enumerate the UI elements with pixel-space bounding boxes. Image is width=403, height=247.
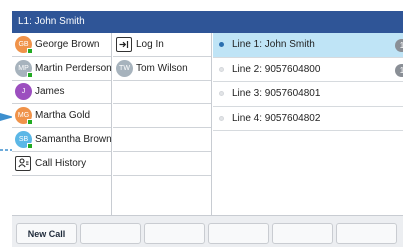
empty-softkey[interactable] xyxy=(144,223,205,244)
empty-key[interactable] xyxy=(113,104,211,129)
line-count-badge: 1 xyxy=(395,63,403,77)
avatar: SB xyxy=(15,131,33,150)
line-4-key[interactable]: Line 4: 9057604802 xyxy=(213,107,403,131)
contact-name: Martin Perderson xyxy=(35,62,112,74)
contact-name: Martha Gold xyxy=(35,110,91,122)
lines-column: Line 1: John Smith 1 Line 2: 9057604800 … xyxy=(213,33,403,215)
dashed-pointer-line xyxy=(0,149,12,151)
presence-online-icon xyxy=(27,143,33,150)
line-1-key[interactable]: Line 1: John Smith 1 xyxy=(213,33,403,58)
line-label: Line 2: 9057604800 xyxy=(232,63,321,75)
contacts-column: GB George Brown MP Martin Perderson J Ja… xyxy=(12,33,112,215)
contact-name: George Brown xyxy=(35,38,100,50)
login-arrow-icon xyxy=(116,36,132,52)
login-label: Log In xyxy=(136,38,164,50)
contact-name: Samantha Brown xyxy=(35,134,112,146)
presence-online-icon xyxy=(27,71,33,78)
line-3-key[interactable]: Line 3: 9057604801 xyxy=(213,82,403,107)
line-label: Line 4: 9057604802 xyxy=(232,112,321,124)
contact-name: James xyxy=(35,86,65,98)
contact-james[interactable]: J James xyxy=(12,81,111,105)
phone-screen: L1: John Smith GB George Brown MP Martin… xyxy=(12,11,403,247)
call-history-key[interactable]: Call History xyxy=(12,152,111,176)
empty-key[interactable] xyxy=(113,81,211,105)
empty-softkey[interactable] xyxy=(336,223,397,244)
avatar: MP xyxy=(15,59,33,78)
contact-samantha-brown[interactable]: SB Samantha Brown xyxy=(12,128,112,152)
line-idle-dot-icon xyxy=(219,66,224,72)
line-active-dot-icon xyxy=(219,42,224,48)
softkey-bar: New Call xyxy=(12,215,403,247)
empty-key[interactable] xyxy=(113,128,211,152)
avatar: MG xyxy=(15,107,33,126)
title-bar: L1: John Smith xyxy=(12,11,403,33)
avatar: GB xyxy=(15,35,33,54)
line-label: Line 3: 9057604801 xyxy=(232,88,321,100)
contact-martha-gold[interactable]: MG Martha Gold xyxy=(12,104,111,129)
contact-george-brown[interactable]: GB George Brown xyxy=(12,33,111,57)
avatar: J xyxy=(15,83,32,101)
new-call-softkey[interactable]: New Call xyxy=(16,223,77,244)
presence-online-icon xyxy=(27,119,33,126)
contact-name: Tom Wilson xyxy=(136,62,188,74)
line-2-key[interactable]: Line 2: 9057604800 1 xyxy=(213,58,403,82)
call-history-label: Call History xyxy=(35,157,87,169)
empty-softkey[interactable] xyxy=(80,223,141,244)
call-history-icon xyxy=(15,155,31,171)
line-count-badge: 1 xyxy=(395,39,403,52)
login-key[interactable]: Log In xyxy=(113,33,211,57)
line-idle-dot-icon xyxy=(219,115,224,121)
keys-column-2: Log In TW Tom Wilson xyxy=(113,33,212,215)
empty-softkey[interactable] xyxy=(272,223,333,244)
avatar: TW xyxy=(116,59,133,77)
line-label: Line 1: John Smith xyxy=(232,39,315,51)
presence-online-icon xyxy=(27,47,33,54)
empty-key[interactable] xyxy=(113,152,211,176)
line-title: L1: John Smith xyxy=(18,16,85,27)
empty-softkey[interactable] xyxy=(208,223,269,244)
contact-tom-wilson[interactable]: TW Tom Wilson xyxy=(113,57,211,81)
line-idle-dot-icon xyxy=(219,91,224,97)
contact-martin-perderson[interactable]: MP Martin Perderson xyxy=(12,57,112,81)
